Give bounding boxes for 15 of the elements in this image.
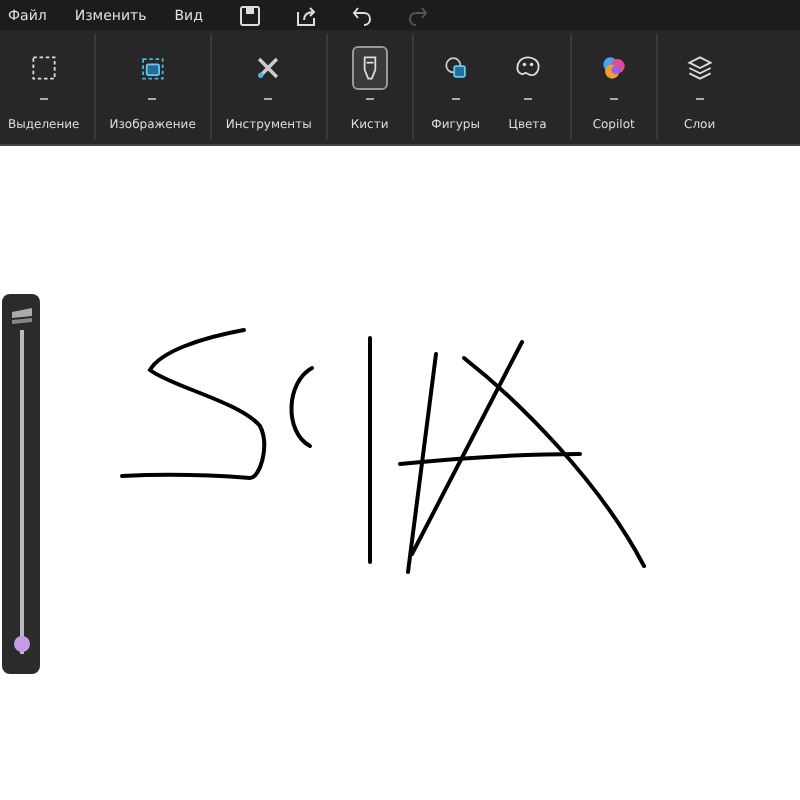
undo-icon[interactable]: [350, 3, 375, 27]
caret-icon[interactable]: [523, 94, 532, 100]
caret-icon[interactable]: [365, 94, 374, 100]
caret-icon[interactable]: [39, 94, 48, 100]
caret-icon[interactable]: [451, 94, 460, 100]
caret-icon[interactable]: [609, 94, 618, 100]
share-icon[interactable]: [294, 3, 319, 27]
caret-icon[interactable]: [148, 94, 157, 100]
brush-size-icon: [11, 308, 31, 324]
caret-icon[interactable]: [264, 94, 273, 100]
brushes-tool-button[interactable]: [351, 46, 388, 90]
caret-icon[interactable]: [695, 94, 704, 100]
slider-thumb[interactable]: [13, 635, 29, 652]
save-icon[interactable]: [238, 3, 263, 27]
dashed-square-icon: [27, 50, 60, 86]
